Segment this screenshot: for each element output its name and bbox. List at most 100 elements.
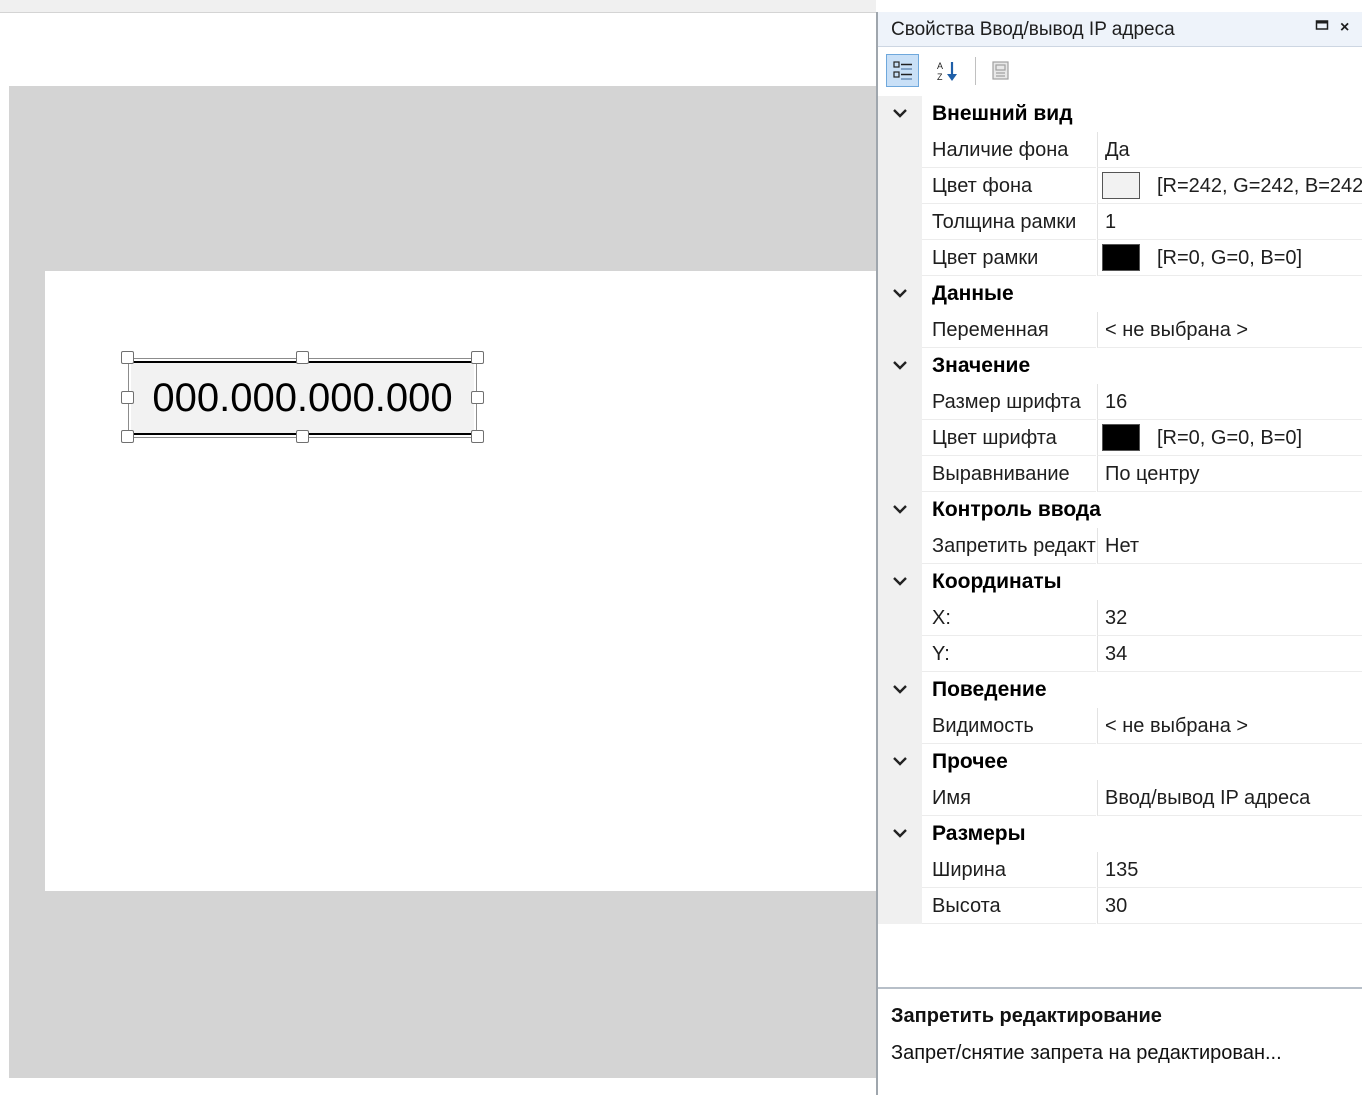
category-input-control[interactable]: Контроль ввода (878, 492, 1362, 528)
editor-bottom-edge (0, 1078, 876, 1095)
property-value[interactable]: Нет (1105, 535, 1139, 558)
resize-handle-se[interactable] (471, 430, 484, 443)
editor-left-edge (0, 86, 9, 1095)
alphabetical-sort-icon[interactable]: A Z (931, 54, 964, 87)
maximize-icon[interactable] (1315, 18, 1329, 38)
category-size[interactable]: Размеры (878, 816, 1362, 852)
property-name: Видимость (932, 715, 1034, 737)
resize-handle-w[interactable] (121, 391, 134, 404)
property-name: Запретить редактирование (932, 535, 1096, 557)
property-value[interactable]: [R=242, G=242, B=242] (1157, 175, 1362, 198)
category-label: Значение (932, 354, 1031, 377)
category-label: Данные (932, 282, 1014, 305)
category-data[interactable]: Данные (878, 276, 1362, 312)
property-name: Цвет фона (932, 175, 1033, 197)
svg-text:Z: Z (937, 72, 943, 82)
category-label: Координаты (932, 570, 1062, 593)
property-value[interactable]: < не выбрана > (1105, 715, 1248, 738)
category-label: Поведение (932, 678, 1047, 701)
property-value[interactable]: [R=0, G=0, B=0] (1157, 247, 1302, 270)
property-name: Наличие фона (932, 139, 1069, 161)
property-row[interactable]: Высота 30 (878, 888, 1362, 924)
chevron-down-icon[interactable] (890, 356, 910, 376)
property-value[interactable]: Да (1105, 139, 1130, 162)
property-value[interactable]: 16 (1105, 391, 1127, 414)
color-swatch[interactable] (1102, 424, 1140, 451)
property-row[interactable]: Цвет рамки [R=0, G=0, B=0] (878, 240, 1362, 276)
resize-handle-s[interactable] (296, 430, 309, 443)
property-value[interactable]: Ввод/вывод IP адреса (1105, 787, 1310, 810)
property-row[interactable]: Ширина 135 (878, 852, 1362, 888)
chevron-down-icon[interactable] (890, 284, 910, 304)
property-value[interactable]: 30 (1105, 895, 1127, 918)
property-name: X: (932, 607, 951, 629)
color-swatch[interactable] (1102, 172, 1140, 199)
resize-handle-n[interactable] (296, 351, 309, 364)
property-row[interactable]: Видимость < не выбрана > (878, 708, 1362, 744)
property-value[interactable]: 34 (1105, 643, 1127, 666)
category-label: Внешний вид (932, 102, 1073, 125)
category-coordinates[interactable]: Координаты (878, 564, 1362, 600)
property-row[interactable]: Запретить редактирование Нет (878, 528, 1362, 564)
toolbar-separator (975, 57, 976, 85)
panel-titlebar: Свойства Ввод/вывод IP адреса × (878, 12, 1362, 47)
editor-tab-strip (0, 0, 876, 13)
property-name: Цвет рамки (932, 247, 1039, 269)
property-grid: Внешний вид Наличие фона Да Цвет фона [R… (878, 96, 1362, 924)
property-row[interactable]: Цвет шрифта [R=0, G=0, B=0] (878, 420, 1362, 456)
property-row[interactable]: X: 32 (878, 600, 1362, 636)
property-row[interactable]: Толщина рамки 1 (878, 204, 1362, 240)
chevron-down-icon[interactable] (890, 500, 910, 520)
close-icon[interactable]: × (1340, 18, 1349, 38)
property-name: Толщина рамки (932, 211, 1077, 233)
property-name: Размер шрифта (932, 391, 1081, 413)
property-value[interactable]: < не выбрана > (1105, 319, 1248, 342)
chevron-down-icon[interactable] (890, 752, 910, 772)
property-row[interactable]: Выравнивание По центру (878, 456, 1362, 492)
description-title: Запретить редактирование (891, 1005, 1162, 1027)
property-value[interactable]: 1 (1105, 211, 1116, 234)
color-swatch[interactable] (1102, 244, 1140, 271)
property-name: Ширина (932, 859, 1006, 881)
resize-handle-nw[interactable] (121, 351, 134, 364)
properties-panel: Свойства Ввод/вывод IP адреса × A Z Внеш… (876, 12, 1362, 1097)
property-row[interactable]: Размер шрифта 16 (878, 384, 1362, 420)
property-value[interactable]: По центру (1105, 463, 1200, 486)
editor-toolbar-area (0, 0, 876, 87)
chevron-down-icon[interactable] (890, 680, 910, 700)
property-pages-icon[interactable] (984, 54, 1017, 87)
property-name: Выравнивание (932, 463, 1070, 485)
property-row[interactable]: Имя Ввод/вывод IP адреса (878, 780, 1362, 816)
category-value[interactable]: Значение (878, 348, 1362, 384)
chevron-down-icon[interactable] (890, 572, 910, 592)
category-label: Размеры (932, 822, 1026, 845)
property-name: Y: (932, 643, 950, 665)
property-value[interactable]: 135 (1105, 859, 1138, 882)
resize-handle-e[interactable] (471, 391, 484, 404)
ip-address-widget[interactable]: 000.000.000.000 (131, 361, 474, 435)
description-text: Запрет/снятие запрета на редактирован... (891, 1042, 1282, 1064)
category-behavior[interactable]: Поведение (878, 672, 1362, 708)
property-row[interactable]: Переменная < не выбрана > (878, 312, 1362, 348)
resize-handle-ne[interactable] (471, 351, 484, 364)
property-value[interactable]: 32 (1105, 607, 1127, 630)
category-label: Прочее (932, 750, 1008, 773)
panel-title: Свойства Ввод/вывод IP адреса (891, 19, 1175, 40)
property-row[interactable]: Наличие фона Да (878, 132, 1362, 168)
category-label: Контроль ввода (932, 498, 1101, 521)
svg-text:A: A (937, 61, 943, 71)
property-name: Переменная (932, 319, 1049, 341)
category-appearance[interactable]: Внешний вид (878, 96, 1362, 132)
property-row[interactable]: Y: 34 (878, 636, 1362, 672)
property-value[interactable]: [R=0, G=0, B=0] (1157, 427, 1302, 450)
property-name: Имя (932, 787, 971, 809)
category-misc[interactable]: Прочее (878, 744, 1362, 780)
chevron-down-icon[interactable] (890, 104, 910, 124)
resize-handle-sw[interactable] (121, 430, 134, 443)
categorized-icon[interactable] (886, 54, 919, 87)
ip-address-text: 000.000.000.000 (152, 375, 453, 420)
chevron-down-icon[interactable] (890, 824, 910, 844)
property-name: Цвет шрифта (932, 427, 1057, 449)
property-description: Запретить редактирование Запрет/снятие з… (878, 987, 1362, 1097)
property-row[interactable]: Цвет фона [R=242, G=242, B=242] (878, 168, 1362, 204)
